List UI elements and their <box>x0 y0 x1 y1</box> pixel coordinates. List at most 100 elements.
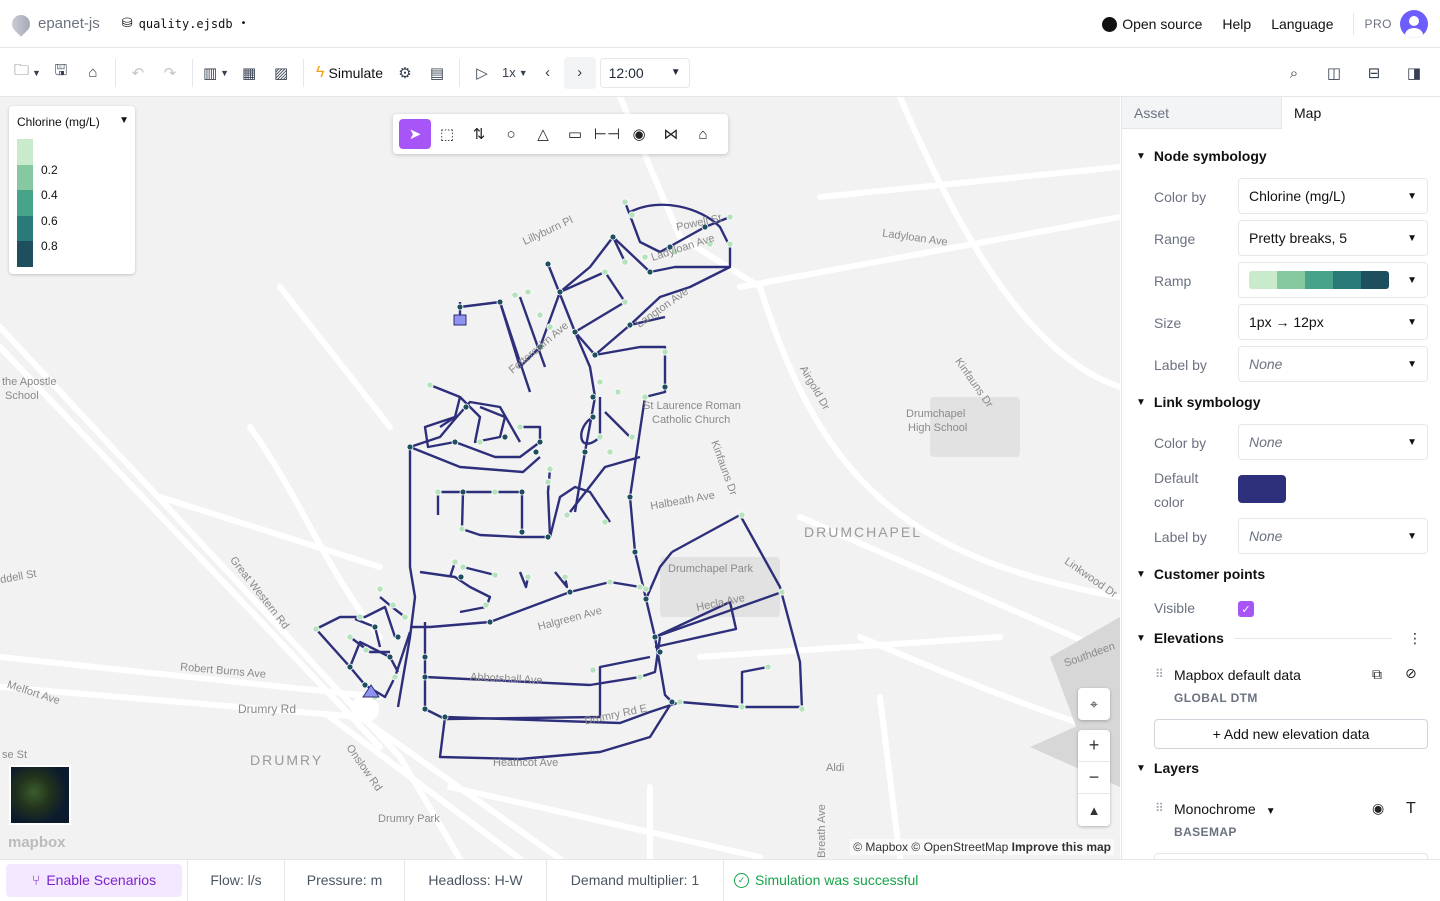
map-label: the Apostle <box>2 376 57 388</box>
pin-off-icon[interactable]: ⊘ <box>1405 665 1417 682</box>
node-range-select[interactable]: Pretty breaks, 5 ▼ <box>1238 220 1428 256</box>
map-image-button[interactable]: ▨ <box>265 57 297 89</box>
select-value: None <box>1249 356 1283 372</box>
layers-header[interactable]: ▼ Layers <box>1136 760 1199 776</box>
tab-asset[interactable]: Asset <box>1122 97 1281 129</box>
node-label-by-select[interactable]: None ▼ <box>1238 346 1428 382</box>
basemap-roads <box>0 97 1120 859</box>
file-name[interactable]: ⛁ quality.ejsdb • <box>122 16 247 31</box>
junction-tool[interactable]: ○ <box>495 119 527 149</box>
redo-button[interactable]: ↷ <box>154 57 186 89</box>
simulate-button[interactable]: ϟ Simulate <box>310 64 389 82</box>
customer-points-header[interactable]: ▼ Customer points <box>1136 566 1265 582</box>
link-label-by-select[interactable]: None ▼ <box>1238 518 1428 554</box>
elevations-header[interactable]: ▼ Elevations <box>1136 630 1224 646</box>
open-source-link[interactable]: Open source <box>1102 16 1202 32</box>
bolt-icon: ϟ <box>316 63 325 81</box>
pipe-tool[interactable]: ⇅ <box>463 119 495 149</box>
simulation-settings-button[interactable]: ⚙ <box>389 57 421 89</box>
reports-button[interactable]: ▥ ▼ <box>199 57 233 89</box>
eye-icon[interactable]: ◉ <box>1372 800 1384 817</box>
drag-handle-icon[interactable]: ⠿ <box>1155 801 1164 815</box>
pump-tool[interactable]: ◉ <box>623 119 655 149</box>
circle-icon: ○ <box>506 125 516 143</box>
previous-step-button[interactable]: ‹ <box>532 57 564 89</box>
pump-icon: ◉ <box>632 126 646 143</box>
time-select[interactable]: 12:00 ▼ <box>599 57 690 88</box>
layer-item-title[interactable]: Monochrome ▼ <box>1174 801 1276 817</box>
drag-handle-icon[interactable]: ⠿ <box>1155 667 1164 681</box>
link-symbology-header[interactable]: ▼ Link symbology <box>1136 394 1260 410</box>
zoom-in-button[interactable]: + <box>1078 730 1110 762</box>
play-button[interactable]: ▷ <box>466 57 498 89</box>
text-label-icon[interactable]: T <box>1406 800 1416 818</box>
pressure-units[interactable]: Pressure: m <box>285 859 405 901</box>
node-color-by-select[interactable]: Chlorine (mg/L) ▼ <box>1238 178 1428 214</box>
tab-map[interactable]: Map <box>1281 97 1440 129</box>
flow-units[interactable]: Flow: l/s <box>187 859 285 901</box>
pro-badge[interactable]: PRO <box>1364 17 1392 31</box>
customer-points-visible-checkbox[interactable]: ✓ <box>1238 601 1254 617</box>
left-panel-toggle[interactable]: ◫ <box>1318 57 1350 89</box>
next-step-button[interactable]: › <box>563 56 596 89</box>
tank-icon[interactable] <box>453 314 467 326</box>
basemap-switcher[interactable] <box>9 765 71 825</box>
main-toolbar: 🗀 ▼ 🖫 ⌂ ↶ ↷ ▥ ▼ ▦ ▨ ϟ Simulate ⚙ ▤ ▷ 1x ▼ ‹ … <box>0 49 1440 97</box>
select-value: 1px → 12px <box>1249 314 1324 330</box>
lasso-tool[interactable]: ⬚ <box>431 119 463 149</box>
attrib-mapbox[interactable]: © Mapbox <box>853 840 908 854</box>
focus-icon: ⌖ <box>1090 695 1098 712</box>
avatar[interactable] <box>1400 10 1428 38</box>
node-size-select[interactable]: 1px → 12px ▼ <box>1238 304 1428 340</box>
section-title: Link symbology <box>1153 394 1261 410</box>
default-color-swatch[interactable] <box>1238 475 1286 503</box>
triangle-icon: △ <box>537 126 549 143</box>
right-panel-toggle[interactable]: ◨ <box>1398 57 1430 89</box>
legend-ramp <box>17 139 33 267</box>
reservoir-tool[interactable]: △ <box>527 119 559 149</box>
demand-multiplier[interactable]: Demand multiplier: 1 <box>547 859 724 901</box>
valve-tool[interactable]: ⋈ <box>655 119 687 149</box>
add-elevation-button[interactable]: + Add new elevation data <box>1154 719 1428 749</box>
headloss-formula[interactable]: Headloss: H-W <box>405 859 547 901</box>
field-label: Visible <box>1154 600 1195 616</box>
map-label: Drumchapel <box>906 408 966 420</box>
node-symbology-header[interactable]: ▼ Node symbology <box>1136 148 1267 164</box>
app-logo[interactable]: epanet-js <box>8 10 100 37</box>
save-button[interactable]: 🖫 <box>45 57 77 89</box>
legend-header[interactable]: Chlorine (mg/L) ▼ <box>17 115 129 129</box>
map-basemap-and-network[interactable] <box>0 97 1120 859</box>
simulation-status[interactable]: ✓ Simulation was successful <box>724 872 918 888</box>
table-button[interactable]: ▦ <box>233 57 265 89</box>
map-legend[interactable]: Chlorine (mg/L) ▼ 0.2 0.4 0.6 0.8 <box>9 106 135 274</box>
zoom-out-button[interactable]: − <box>1078 762 1110 794</box>
enable-scenarios-button[interactable]: ⑂ Enable Scenarios <box>6 863 182 897</box>
open-folder-button[interactable]: 🗀 ▼ <box>10 57 45 89</box>
link-color-by-select[interactable]: None ▼ <box>1238 424 1428 460</box>
node-ramp-select[interactable]: ▼ <box>1238 262 1428 298</box>
valve-link-tool[interactable]: ⊢⊣ <box>591 119 623 149</box>
speed-select[interactable]: 1x ▼ <box>498 57 532 89</box>
attrib-osm[interactable]: © OpenStreetMap <box>911 840 1008 854</box>
customer-tool[interactable]: ⌂ <box>687 119 719 149</box>
undo-button[interactable]: ↶ <box>122 57 154 89</box>
github-icon <box>1102 16 1118 32</box>
drawing-toolbar: ➤ ⬚ ⇅ ○ △ ▭ ⊢⊣ ◉ ⋈ ⌂ <box>393 114 728 154</box>
map-canvas[interactable]: Lillyburn Pl Ladyloan Ave Powell St Lady… <box>0 97 1120 859</box>
help-link[interactable]: Help <box>1222 16 1251 32</box>
report-button[interactable]: ▤ <box>421 57 453 89</box>
copy-icon[interactable]: ⧉ <box>1372 666 1382 683</box>
divider <box>458 58 460 87</box>
language-link[interactable]: Language <box>1271 16 1333 32</box>
field-label: Range <box>1154 231 1196 247</box>
save-cloud-button[interactable]: ⌂ <box>77 57 109 89</box>
improve-map-link[interactable]: Improve this map <box>1012 840 1111 854</box>
check-circle-icon: ✓ <box>734 872 749 888</box>
tank-tool[interactable]: ▭ <box>559 119 591 149</box>
more-vertical-icon[interactable]: ⋮ <box>1408 630 1422 647</box>
compass-button[interactable]: ▲ <box>1078 794 1110 826</box>
bottom-panel-toggle[interactable]: ⊟ <box>1358 57 1390 89</box>
locate-control[interactable]: ⌖ <box>1078 688 1110 720</box>
search-button[interactable]: ⌕ <box>1278 57 1310 89</box>
select-tool[interactable]: ➤ <box>399 119 431 149</box>
